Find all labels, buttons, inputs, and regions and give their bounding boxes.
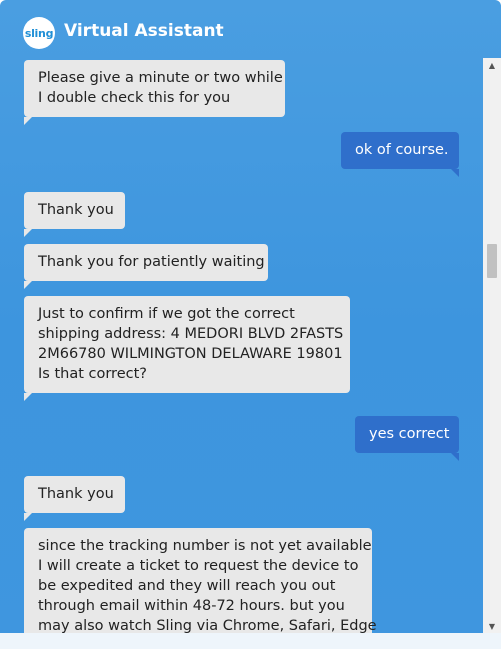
conversation-area[interactable]: Please give a minute or two while I doub… — [0, 58, 483, 633]
conversation-scrollbar[interactable]: ▲ ▼ — [483, 58, 501, 633]
chat-title: Virtual Assistant — [64, 21, 224, 41]
bot-message: Just to confirm if we got the correct sh… — [24, 296, 350, 401]
message-line: yes correct — [369, 426, 450, 442]
bot-message: Please give a minute or two while I doub… — [24, 60, 285, 125]
message-line: Thank you — [38, 486, 114, 502]
message-line: ok of course. — [355, 142, 449, 158]
triangle-down-icon[interactable]: ▼ — [483, 619, 501, 633]
message-line: Thank you — [38, 202, 114, 218]
chat-window: sling Virtual Assistant Please give a mi… — [0, 0, 501, 649]
bot-message: Thank you — [24, 192, 125, 237]
chat-input-edge — [0, 633, 501, 649]
message-line: shipping address: 4 MEDORI BLVD 2FASTS — [38, 326, 344, 342]
message-line: I will create a ticket to request the de… — [38, 558, 359, 574]
sling-logo: sling — [23, 17, 55, 49]
triangle-up-icon[interactable]: ▲ — [483, 58, 501, 72]
user-message: ok of course. — [341, 132, 459, 177]
message-line: I double check this for you — [38, 90, 231, 106]
message-line: Just to confirm if we got the correct — [38, 306, 295, 322]
chat-header: sling Virtual Assistant — [0, 0, 501, 58]
message-line: since the tracking number is not yet ava… — [38, 538, 372, 554]
bot-message: since the tracking number is not yet ava… — [24, 528, 377, 633]
message-line: Thank you for patiently waiting — [38, 254, 265, 270]
message-line: 2M66780 WILMINGTON DELAWARE 19801 — [38, 346, 343, 362]
message-line: through email within 48-72 hours. but yo… — [38, 598, 345, 614]
bot-message: Thank you for patiently waiting — [24, 244, 268, 289]
message-line: be expedited and they will reach you out — [38, 578, 336, 594]
user-message: yes correct — [355, 416, 459, 461]
bot-message: Thank you — [24, 476, 125, 521]
message-line: may also watch Sling via Chrome, Safari,… — [38, 618, 377, 633]
message-line: Is that correct? — [38, 366, 147, 382]
scrollbar-thumb[interactable] — [487, 244, 497, 278]
message-line: Please give a minute or two while — [38, 70, 283, 86]
